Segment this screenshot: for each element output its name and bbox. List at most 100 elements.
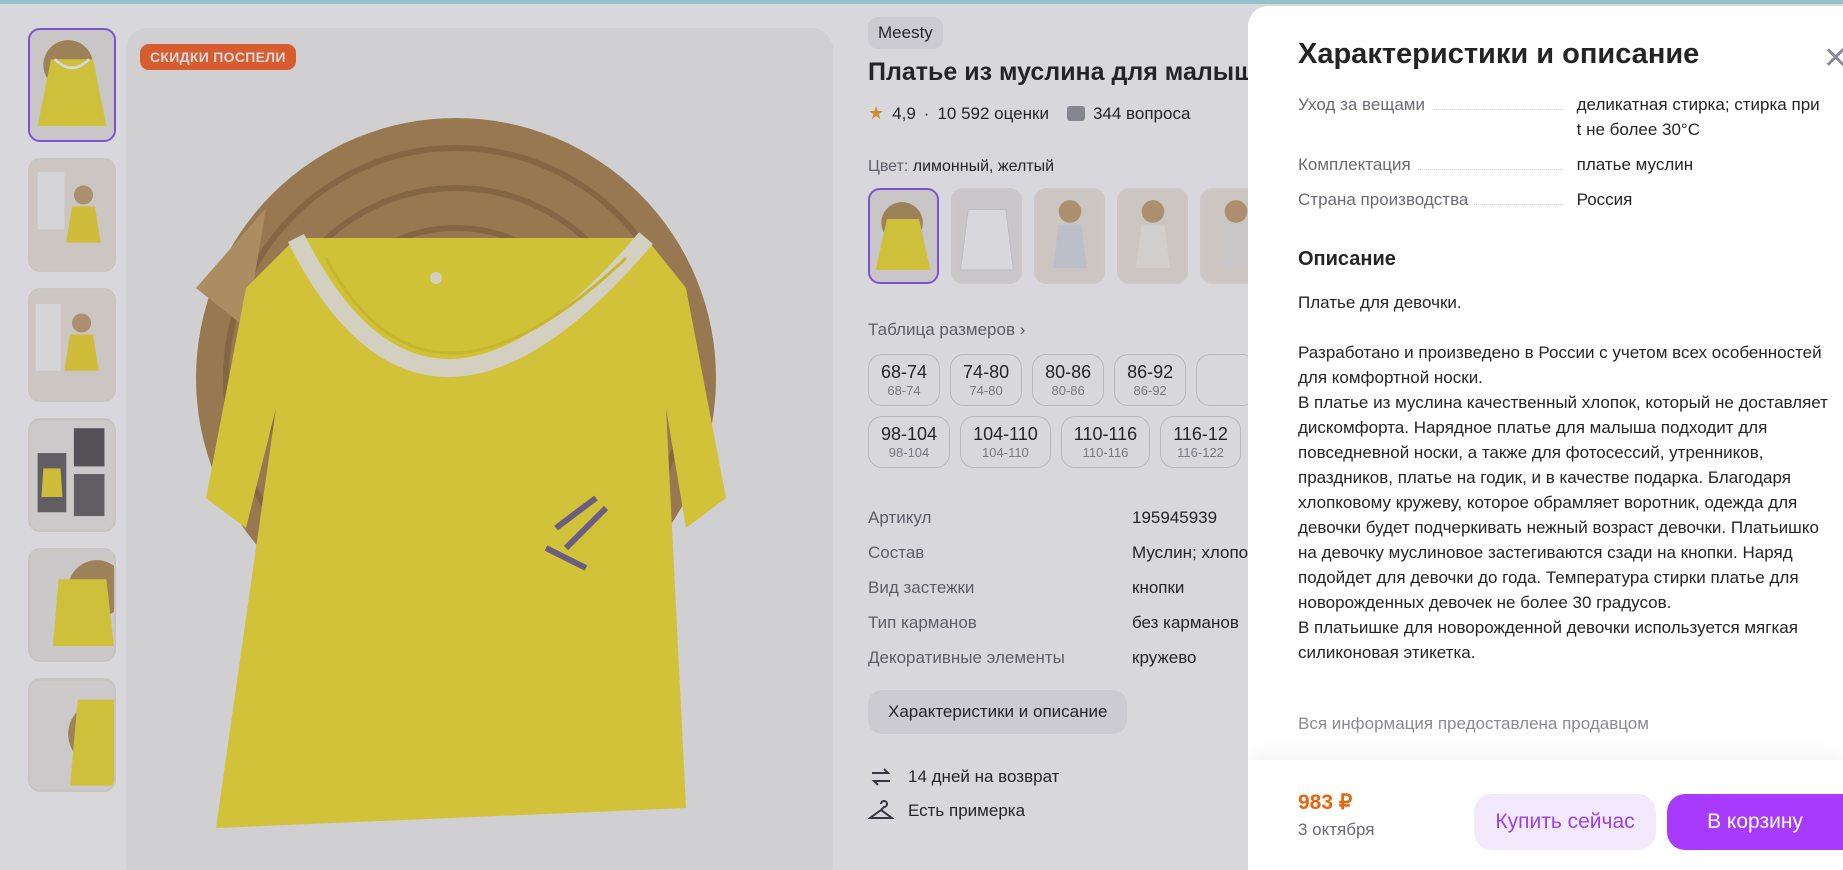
description-heading: Описание xyxy=(1298,248,1396,270)
size-main: 98-104 xyxy=(881,424,938,444)
size-main: 80-86 xyxy=(1045,362,1092,382)
property-value: без карманов xyxy=(1132,613,1239,632)
size-sub: 110-116 xyxy=(1082,445,1129,460)
price: 983 ₽ xyxy=(1298,791,1353,814)
property-name: Уход за вещами xyxy=(1298,92,1577,142)
size-main: 74-80 xyxy=(963,362,1010,382)
size-sub: 68-74 xyxy=(887,383,921,398)
brand-link[interactable]: Meesty xyxy=(868,17,943,49)
property-name-text: Уход за вещами xyxy=(1298,95,1431,114)
rating-row: ★ 4,9 · 10 592 оценки 344 вопроса xyxy=(868,103,1190,124)
rating-value: 4,9 xyxy=(892,103,916,123)
size-option[interactable]: 74-80 74-80 xyxy=(950,354,1023,406)
property-row: Уход за вещами деликатная стирка; стирка … xyxy=(1298,92,1828,142)
size-sub: 98-104 xyxy=(888,445,930,460)
thumbnail[interactable] xyxy=(28,158,116,272)
drawer-properties: Уход за вещами деликатная стирка; стирка … xyxy=(1298,92,1828,222)
size-main: 104-110 xyxy=(973,424,1038,444)
property-row: Страна производства Россия xyxy=(1298,187,1828,212)
size-main: 86-92 xyxy=(1127,362,1174,382)
size-sub: 86-92 xyxy=(1133,383,1167,398)
size-option[interactable]: 104-110 104-110 xyxy=(960,416,1051,468)
delivery-date: 3 октября xyxy=(1298,820,1375,839)
description-text: Платье для девочки. Разработано и произв… xyxy=(1298,293,1828,662)
property-name: Состав xyxy=(868,543,925,562)
property-name: Вид застежки xyxy=(868,578,975,597)
property-row: Комплектация платье муслин xyxy=(1298,152,1828,177)
size-selector: 68-74 68-74 74-80 74-80 80-86 80-86 86-92 86… xyxy=(868,354,1308,468)
sale-badge: СКИДКИ ПОСПЕЛИ xyxy=(140,44,296,70)
property-name-text: Страна производства xyxy=(1298,190,1475,209)
reviews-link[interactable]: 10 592 оценки xyxy=(937,104,1049,124)
property-row: Тип карманов без карманов xyxy=(868,613,1298,648)
color-swatch[interactable] xyxy=(951,188,1022,284)
hanger-icon xyxy=(868,800,894,819)
thumbnail[interactable] xyxy=(28,678,116,792)
buy-now-button[interactable]: Купить сейчас xyxy=(1474,794,1656,850)
rating-separator: · xyxy=(923,103,930,123)
star-icon: ★ xyxy=(868,103,885,123)
size-sub: 74-80 xyxy=(969,383,1003,398)
color-label: Цвет: xyxy=(868,158,909,175)
return-text: 14 дней на возврат xyxy=(908,767,1060,786)
property-name-text: Комплектация xyxy=(1298,155,1417,174)
property-name: Артикул xyxy=(868,508,932,527)
product-properties: Артикул 195945939 Состав Муслин; хлопо Вид… xyxy=(868,508,1298,683)
return-arrows-icon xyxy=(871,768,891,786)
property-value: Муслин; хлопо xyxy=(1132,543,1249,562)
color-swatch[interactable] xyxy=(868,188,939,284)
thumbnail[interactable] xyxy=(28,28,116,142)
property-name: Тип карманов xyxy=(868,613,977,632)
size-main: 116-12 xyxy=(1173,424,1228,444)
specs-and-description-button[interactable]: Характеристики и описание xyxy=(868,690,1128,734)
color-value: лимонный, желтый xyxy=(912,158,1055,175)
property-row: Артикул 195945939 xyxy=(868,508,1298,543)
thumbnail[interactable] xyxy=(28,288,116,402)
size-option[interactable]: 116-12 116-122 xyxy=(1160,416,1241,468)
color-swatches xyxy=(868,188,1271,284)
fitting-option: Есть примерка xyxy=(868,798,1025,824)
property-value: 195945939 xyxy=(1132,508,1218,527)
property-row: Состав Муслин; хлопо xyxy=(868,543,1298,578)
property-row: Вид застежки кнопки xyxy=(868,578,1298,613)
specs-drawer: Характеристики и описание ✕ Уход за веща… xyxy=(1248,6,1843,870)
size-main: 110-116 xyxy=(1073,424,1138,444)
drawer-title: Характеристики и описание xyxy=(1298,38,1700,70)
fitting-text: Есть примерка xyxy=(908,801,1026,820)
size-sub: 80-86 xyxy=(1051,383,1085,398)
size-sub: 116-122 xyxy=(1177,445,1224,460)
color-swatch[interactable] xyxy=(1117,188,1188,284)
property-value: кружево xyxy=(1132,648,1197,667)
color-line: Цвет: лимонный, желтый xyxy=(868,158,1054,176)
property-value: платье муслин xyxy=(1576,155,1694,174)
product-title: Платье из муслина для малыше xyxy=(868,58,1269,86)
buy-bar: 983 ₽ 3 октября Купить сейчас В корзину xyxy=(1248,760,1843,870)
property-name: Страна производства xyxy=(1298,187,1577,212)
photo-thumbnails xyxy=(28,28,116,808)
property-name: Декоративные элементы xyxy=(868,648,1065,667)
size-sub: 104-110 xyxy=(982,445,1029,460)
size-option[interactable]: 98-104 98-104 xyxy=(868,416,951,468)
size-option[interactable]: 80-86 80-86 xyxy=(1032,354,1105,406)
seller-note: Вся информация предоставлена продавцом xyxy=(1298,714,1649,733)
size-table-link[interactable]: Таблица размеров › xyxy=(868,320,1025,340)
property-value: кнопки xyxy=(1132,578,1185,597)
add-to-cart-button[interactable]: В корзину xyxy=(1667,794,1843,850)
property-value: Россия xyxy=(1576,190,1633,209)
size-option[interactable]: 86-92 86-92 xyxy=(1114,354,1187,406)
close-icon[interactable]: ✕ xyxy=(1823,44,1843,74)
main-product-photo[interactable] xyxy=(126,28,833,870)
color-swatch[interactable] xyxy=(1034,188,1105,284)
property-row: Декоративные элементы кружево xyxy=(868,648,1298,683)
property-value: деликатная стирка; стирка при t не более… xyxy=(1576,95,1820,139)
questions-link[interactable]: 344 вопроса xyxy=(1093,104,1190,124)
return-policy: 14 дней на возврат xyxy=(868,764,1059,790)
thumbnail[interactable] xyxy=(28,418,116,532)
size-option[interactable]: 110-116 110-116 xyxy=(1060,416,1151,468)
thumbnail[interactable] xyxy=(28,548,116,662)
question-icon xyxy=(1066,106,1085,121)
size-option[interactable]: 68-74 68-74 xyxy=(868,354,941,406)
size-main: 68-74 xyxy=(881,362,928,382)
product-info: Meesty Платье из муслина для малыше ★ 4,… xyxy=(868,8,1288,870)
property-name: Комплектация xyxy=(1298,152,1577,177)
